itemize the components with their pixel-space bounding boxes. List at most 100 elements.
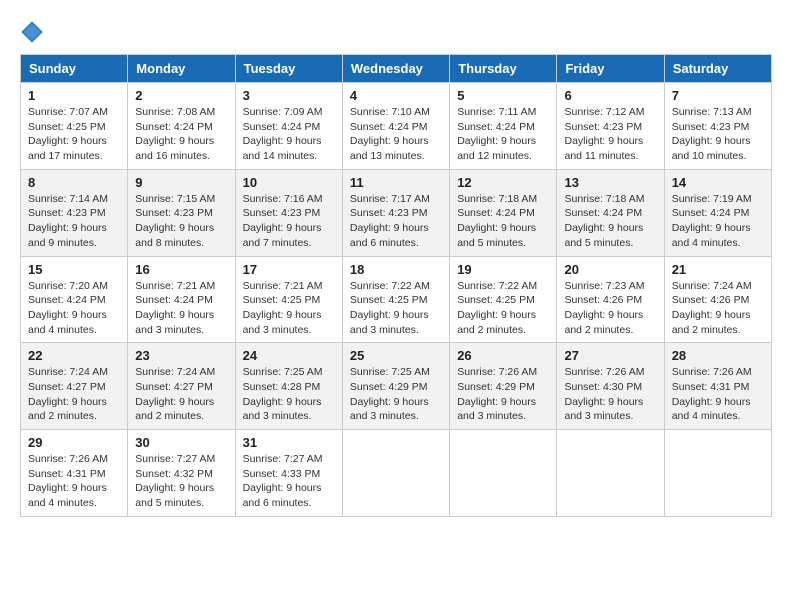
day-number: 17: [243, 262, 335, 277]
day-info: Sunrise: 7:26 AMSunset: 4:29 PMDaylight:…: [457, 365, 549, 424]
empty-cell: [450, 430, 557, 517]
week-row-1: 1Sunrise: 7:07 AMSunset: 4:25 PMDaylight…: [21, 83, 772, 170]
header-tuesday: Tuesday: [235, 55, 342, 83]
day-info: Sunrise: 7:25 AMSunset: 4:28 PMDaylight:…: [243, 365, 335, 424]
day-info: Sunrise: 7:14 AMSunset: 4:23 PMDaylight:…: [28, 192, 120, 251]
day-number: 2: [135, 88, 227, 103]
day-cell-25: 25 Sunrise: 7:25 AMSunset: 4:29 PMDayligh…: [342, 343, 449, 430]
day-info: Sunrise: 7:18 AMSunset: 4:24 PMDaylight:…: [564, 192, 656, 251]
day-cell-21: 21 Sunrise: 7:24 AMSunset: 4:26 PMDayligh…: [664, 256, 771, 343]
day-cell-5: 5Sunrise: 7:11 AMSunset: 4:24 PMDaylight…: [450, 83, 557, 170]
day-cell-12: 12Sunrise: 7:18 AMSunset: 4:24 PMDayligh…: [450, 169, 557, 256]
day-info: Sunrise: 7:17 AMSunset: 4:23 PMDaylight:…: [350, 192, 442, 251]
day-number: 23: [135, 348, 227, 363]
day-info: Sunrise: 7:12 AMSunset: 4:23 PMDaylight:…: [564, 105, 656, 164]
header-thursday: Thursday: [450, 55, 557, 83]
day-cell-24: 24 Sunrise: 7:25 AMSunset: 4:28 PMDayligh…: [235, 343, 342, 430]
logo: [20, 20, 48, 44]
header-wednesday: Wednesday: [342, 55, 449, 83]
day-cell-9: 9 Sunrise: 7:15 AMSunset: 4:23 PMDaylight…: [128, 169, 235, 256]
day-cell-30: 30 Sunrise: 7:27 AMSunset: 4:32 PMDayligh…: [128, 430, 235, 517]
calendar-header-row: SundayMondayTuesdayWednesdayThursdayFrid…: [21, 55, 772, 83]
day-cell-19: 19 Sunrise: 7:22 AMSunset: 4:25 PMDayligh…: [450, 256, 557, 343]
day-number: 27: [564, 348, 656, 363]
day-cell-17: 17 Sunrise: 7:21 AMSunset: 4:25 PMDayligh…: [235, 256, 342, 343]
day-info: Sunrise: 7:10 AMSunset: 4:24 PMDaylight:…: [350, 105, 442, 164]
day-info: Sunrise: 7:20 AMSunset: 4:24 PMDaylight:…: [28, 279, 120, 338]
day-info: Sunrise: 7:13 AMSunset: 4:23 PMDaylight:…: [672, 105, 764, 164]
day-info: Sunrise: 7:23 AMSunset: 4:26 PMDaylight:…: [564, 279, 656, 338]
day-number: 26: [457, 348, 549, 363]
day-cell-1: 1Sunrise: 7:07 AMSunset: 4:25 PMDaylight…: [21, 83, 128, 170]
empty-cell: [342, 430, 449, 517]
day-cell-8: 8Sunrise: 7:14 AMSunset: 4:23 PMDaylight…: [21, 169, 128, 256]
header-monday: Monday: [128, 55, 235, 83]
day-number: 7: [672, 88, 764, 103]
day-cell-31: 31 Sunrise: 7:27 AMSunset: 4:33 PMDayligh…: [235, 430, 342, 517]
day-cell-18: 18Sunrise: 7:22 AMSunset: 4:25 PMDayligh…: [342, 256, 449, 343]
day-number: 21: [672, 262, 764, 277]
day-cell-11: 11Sunrise: 7:17 AMSunset: 4:23 PMDayligh…: [342, 169, 449, 256]
day-info: Sunrise: 7:22 AMSunset: 4:25 PMDaylight:…: [457, 279, 549, 338]
day-info: Sunrise: 7:15 AMSunset: 4:23 PMDaylight:…: [135, 192, 227, 251]
day-info: Sunrise: 7:07 AMSunset: 4:25 PMDaylight:…: [28, 105, 120, 164]
day-cell-22: 22 Sunrise: 7:24 AMSunset: 4:27 PMDayligh…: [21, 343, 128, 430]
day-info: Sunrise: 7:26 AMSunset: 4:31 PMDaylight:…: [672, 365, 764, 424]
day-cell-20: 20 Sunrise: 7:23 AMSunset: 4:26 PMDayligh…: [557, 256, 664, 343]
header: [20, 20, 772, 44]
calendar: SundayMondayTuesdayWednesdayThursdayFrid…: [20, 54, 772, 517]
day-info: Sunrise: 7:26 AMSunset: 4:30 PMDaylight:…: [564, 365, 656, 424]
logo-icon: [20, 20, 44, 44]
day-number: 29: [28, 435, 120, 450]
day-info: Sunrise: 7:24 AMSunset: 4:26 PMDaylight:…: [672, 279, 764, 338]
week-row-4: 22 Sunrise: 7:24 AMSunset: 4:27 PMDayligh…: [21, 343, 772, 430]
day-number: 15: [28, 262, 120, 277]
day-number: 3: [243, 88, 335, 103]
day-info: Sunrise: 7:21 AMSunset: 4:24 PMDaylight:…: [135, 279, 227, 338]
day-number: 10: [243, 175, 335, 190]
day-number: 4: [350, 88, 442, 103]
day-number: 28: [672, 348, 764, 363]
week-row-3: 15 Sunrise: 7:20 AMSunset: 4:24 PMDayligh…: [21, 256, 772, 343]
day-number: 25: [350, 348, 442, 363]
day-cell-26: 26 Sunrise: 7:26 AMSunset: 4:29 PMDayligh…: [450, 343, 557, 430]
week-row-5: 29 Sunrise: 7:26 AMSunset: 4:31 PMDayligh…: [21, 430, 772, 517]
day-number: 6: [564, 88, 656, 103]
day-info: Sunrise: 7:26 AMSunset: 4:31 PMDaylight:…: [28, 452, 120, 511]
day-number: 19: [457, 262, 549, 277]
empty-cell: [664, 430, 771, 517]
day-number: 18: [350, 262, 442, 277]
day-info: Sunrise: 7:19 AMSunset: 4:24 PMDaylight:…: [672, 192, 764, 251]
day-info: Sunrise: 7:21 AMSunset: 4:25 PMDaylight:…: [243, 279, 335, 338]
day-number: 24: [243, 348, 335, 363]
day-info: Sunrise: 7:24 AMSunset: 4:27 PMDaylight:…: [135, 365, 227, 424]
header-saturday: Saturday: [664, 55, 771, 83]
day-number: 20: [564, 262, 656, 277]
day-number: 9: [135, 175, 227, 190]
day-cell-13: 13 Sunrise: 7:18 AMSunset: 4:24 PMDayligh…: [557, 169, 664, 256]
day-cell-15: 15 Sunrise: 7:20 AMSunset: 4:24 PMDayligh…: [21, 256, 128, 343]
day-info: Sunrise: 7:24 AMSunset: 4:27 PMDaylight:…: [28, 365, 120, 424]
header-friday: Friday: [557, 55, 664, 83]
day-cell-10: 10Sunrise: 7:16 AMSunset: 4:23 PMDayligh…: [235, 169, 342, 256]
week-row-2: 8Sunrise: 7:14 AMSunset: 4:23 PMDaylight…: [21, 169, 772, 256]
day-cell-23: 23 Sunrise: 7:24 AMSunset: 4:27 PMDayligh…: [128, 343, 235, 430]
day-number: 14: [672, 175, 764, 190]
day-info: Sunrise: 7:27 AMSunset: 4:32 PMDaylight:…: [135, 452, 227, 511]
day-info: Sunrise: 7:27 AMSunset: 4:33 PMDaylight:…: [243, 452, 335, 511]
day-number: 13: [564, 175, 656, 190]
empty-cell: [557, 430, 664, 517]
day-number: 16: [135, 262, 227, 277]
day-info: Sunrise: 7:08 AMSunset: 4:24 PMDaylight:…: [135, 105, 227, 164]
day-number: 31: [243, 435, 335, 450]
day-cell-7: 7 Sunrise: 7:13 AMSunset: 4:23 PMDaylight…: [664, 83, 771, 170]
day-info: Sunrise: 7:09 AMSunset: 4:24 PMDaylight:…: [243, 105, 335, 164]
day-info: Sunrise: 7:25 AMSunset: 4:29 PMDaylight:…: [350, 365, 442, 424]
day-cell-6: 6 Sunrise: 7:12 AMSunset: 4:23 PMDaylight…: [557, 83, 664, 170]
day-number: 30: [135, 435, 227, 450]
day-cell-29: 29 Sunrise: 7:26 AMSunset: 4:31 PMDayligh…: [21, 430, 128, 517]
header-sunday: Sunday: [21, 55, 128, 83]
day-number: 22: [28, 348, 120, 363]
day-info: Sunrise: 7:18 AMSunset: 4:24 PMDaylight:…: [457, 192, 549, 251]
day-cell-27: 27 Sunrise: 7:26 AMSunset: 4:30 PMDayligh…: [557, 343, 664, 430]
